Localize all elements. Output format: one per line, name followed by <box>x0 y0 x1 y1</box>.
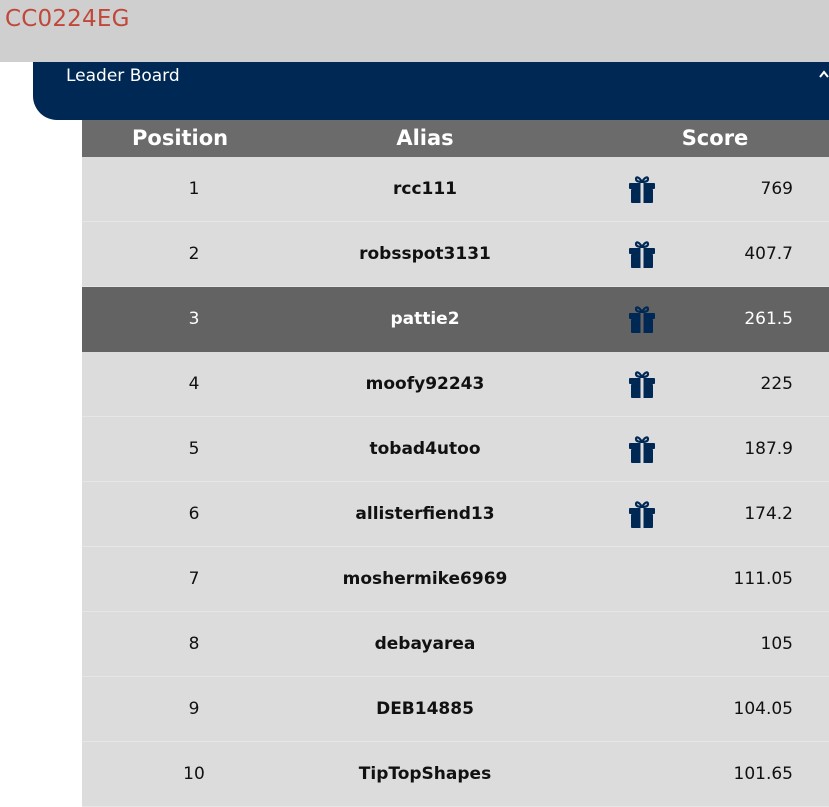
leaderboard-header[interactable]: Leader Board <box>33 62 829 120</box>
score-cell: 174.2 <box>744 504 793 524</box>
table-row[interactable]: 3 pattie2 261.5 <box>82 287 829 352</box>
alias-cell: pattie2 <box>390 309 460 329</box>
alias-cell: allisterfiend13 <box>355 504 495 524</box>
alias-cell: tobad4utoo <box>369 439 481 459</box>
score-cell: 105 <box>760 634 793 654</box>
header-position: Position <box>132 126 229 150</box>
position-cell: 3 <box>188 309 200 329</box>
position-cell: 10 <box>183 764 205 784</box>
position-cell: 4 <box>188 374 200 394</box>
position-cell: 2 <box>188 244 200 264</box>
alias-cell: debayarea <box>374 634 476 654</box>
panel-title: Leader Board <box>66 66 180 86</box>
table-row[interactable]: 4 moofy92243 225 <box>82 352 829 417</box>
header-score: Score <box>681 126 749 150</box>
table-body: 1 rcc111 769 2 robsspot3131 407.7 3 pattie2 2… <box>82 157 829 807</box>
alias-cell: DEB14885 <box>376 699 474 719</box>
position-cell: 9 <box>188 699 200 719</box>
position-cell: 5 <box>188 439 200 459</box>
table-row[interactable]: 2 robsspot3131 407.7 <box>82 222 829 287</box>
leaderboard-table: Position Alias Score 1 rcc111 769 2 robsspo… <box>82 120 829 807</box>
alias-cell: rcc111 <box>392 179 458 199</box>
table-row[interactable]: 6 allisterfiend13 174.2 <box>82 482 829 547</box>
header-alias: Alias <box>396 126 454 150</box>
score-cell: 225 <box>760 374 793 394</box>
alias-cell: moshermike6969 <box>342 569 508 589</box>
table-header: Position Alias Score <box>82 120 829 157</box>
alias-cell: robsspot3131 <box>359 244 491 264</box>
score-cell: 261.5 <box>744 309 793 329</box>
position-cell: 7 <box>188 569 200 589</box>
alias-cell: TipTopShapes <box>358 764 492 784</box>
score-cell: 769 <box>760 179 793 199</box>
top-bar: CC0224EG <box>0 0 829 62</box>
table-row[interactable]: 1 rcc111 769 <box>82 157 829 222</box>
score-cell: 407.7 <box>744 244 793 264</box>
table-row[interactable]: 5 tobad4utoo 187.9 <box>82 417 829 482</box>
table-row[interactable]: 8 debayarea 105 <box>82 612 829 677</box>
score-cell: 187.9 <box>744 439 793 459</box>
score-cell: 111.05 <box>733 569 793 589</box>
table-row[interactable]: 9 DEB14885 104.05 <box>82 677 829 742</box>
position-cell: 6 <box>188 504 200 524</box>
position-cell: 8 <box>188 634 200 654</box>
position-cell: 1 <box>188 179 200 199</box>
event-code: CC0224EG <box>5 6 130 32</box>
table-row[interactable]: 10 TipTopShapes 101.65 <box>82 742 829 807</box>
score-cell: 101.65 <box>733 764 793 784</box>
table-row[interactable]: 7 moshermike6969 111.05 <box>82 547 829 612</box>
alias-cell: moofy92243 <box>365 374 485 394</box>
score-cell: 104.05 <box>733 699 793 719</box>
chevron-up-icon[interactable] <box>819 68 829 80</box>
